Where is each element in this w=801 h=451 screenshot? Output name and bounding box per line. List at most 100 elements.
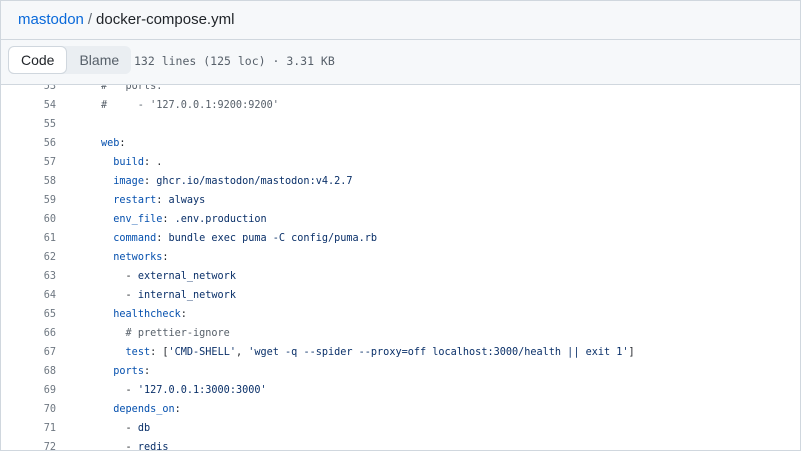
breadcrumb: mastodon / docker-compose.yml xyxy=(18,11,234,28)
line-text: - external_network xyxy=(56,267,236,286)
line-number[interactable]: 56 xyxy=(1,134,56,153)
code-token: - xyxy=(101,442,138,451)
code-token: web xyxy=(101,138,120,149)
code-line: 72 - redis xyxy=(1,438,635,451)
code-token: : xyxy=(119,138,126,149)
line-number[interactable]: 69 xyxy=(1,381,56,400)
line-text: restart: always xyxy=(56,191,205,210)
line-text: healthcheck: xyxy=(56,305,187,324)
code-token: .env.production xyxy=(174,214,267,225)
code-token: : [ xyxy=(150,347,169,358)
code-token: 'CMD-SHELL' xyxy=(168,347,236,358)
code-token: external_network xyxy=(137,271,236,282)
breadcrumb-separator: / xyxy=(87,11,93,28)
code-line: 67 test: ['CMD-SHELL', 'wget -q --spider… xyxy=(1,343,635,362)
code-token: - xyxy=(101,271,138,282)
code-token: 'wget -q --spider --proxy=off localhost:… xyxy=(248,347,629,358)
code-token: : . xyxy=(143,157,163,168)
code-line: 57 build: . xyxy=(1,153,635,172)
line-number[interactable]: 60 xyxy=(1,210,56,229)
code-token: : xyxy=(162,252,169,263)
line-text: - '127.0.0.1:3000:3000' xyxy=(56,381,267,400)
code-line: 62 networks: xyxy=(1,248,635,267)
code-token: # ports: xyxy=(101,85,163,92)
line-number[interactable]: 57 xyxy=(1,153,56,172)
line-number[interactable]: 68 xyxy=(1,362,56,381)
code-token: : xyxy=(143,176,157,187)
line-text: env_file: .env.production xyxy=(56,210,267,229)
line-text: # prettier-ignore xyxy=(56,324,230,343)
line-text: test: ['CMD-SHELL', 'wget -q --spider --… xyxy=(56,343,635,362)
blame-button[interactable]: Blame xyxy=(67,46,131,74)
code-token: image xyxy=(113,176,144,187)
line-text: - db xyxy=(56,419,151,438)
file-viewer: mastodon / docker-compose.yml Code Blame 1… xyxy=(0,0,801,451)
code-token: db xyxy=(137,423,151,434)
code-token: build xyxy=(113,157,144,168)
code-line: 56 web: xyxy=(1,134,635,153)
code-token: # prettier-ignore xyxy=(125,328,230,339)
code-token: bundle exec puma -C config/puma.rb xyxy=(168,233,378,244)
line-number[interactable]: 65 xyxy=(1,305,56,324)
code-line: 61 command: bundle exec puma -C config/p… xyxy=(1,229,635,248)
file-name: docker-compose.yml xyxy=(96,11,235,28)
code-token: depends_on xyxy=(113,404,175,415)
code-token: env_file xyxy=(113,214,163,225)
line-number[interactable]: 71 xyxy=(1,419,56,438)
line-number[interactable]: 72 xyxy=(1,438,56,450)
code-token: '127.0.0.1:3000:3000' xyxy=(137,385,267,396)
code-line: 60 env_file: .env.production xyxy=(1,210,635,229)
code-token: : xyxy=(180,309,187,320)
line-number[interactable]: 66 xyxy=(1,324,56,343)
line-text: command: bundle exec puma -C config/puma… xyxy=(56,229,377,248)
line-number[interactable]: 63 xyxy=(1,267,56,286)
line-number[interactable]: 61 xyxy=(1,229,56,248)
line-number[interactable]: 70 xyxy=(1,400,56,419)
code-token: - xyxy=(101,385,138,396)
line-number[interactable]: 59 xyxy=(1,191,56,210)
code-token: ports xyxy=(113,366,144,377)
code-line: 55 xyxy=(1,115,635,134)
line-number[interactable]: 64 xyxy=(1,286,56,305)
code-token: restart xyxy=(113,195,157,206)
line-number[interactable]: 62 xyxy=(1,248,56,267)
code-token: : xyxy=(143,366,151,377)
code-view[interactable]: 53 # ports: 54 # - '127.0.0.1:9200:9200' 55 5… xyxy=(1,85,800,451)
line-text: # ports: xyxy=(56,85,162,96)
code-token: internal_network xyxy=(137,290,236,301)
line-number[interactable]: 55 xyxy=(1,115,56,134)
line-text xyxy=(56,115,101,134)
line-text: image: ghcr.io/mastodon/mastodon:v4.2.7 xyxy=(56,172,352,191)
line-number[interactable]: 58 xyxy=(1,172,56,191)
file-meta: 132 lines (125 loc) · 3.31 KB xyxy=(134,54,335,68)
code-line: 59 restart: always xyxy=(1,191,635,210)
line-text: # - '127.0.0.1:9200:9200' xyxy=(56,96,279,115)
code-line: 66 # prettier-ignore xyxy=(1,324,635,343)
line-number[interactable]: 67 xyxy=(1,343,56,362)
code-token: : xyxy=(156,233,169,244)
line-number[interactable]: 53 xyxy=(1,85,56,96)
code-line: 68 ports: xyxy=(1,362,635,381)
code-line: 71 - db xyxy=(1,419,635,438)
line-number[interactable]: 54 xyxy=(1,96,56,115)
code-line: 69 - '127.0.0.1:3000:3000' xyxy=(1,381,635,400)
code-token: always xyxy=(168,195,206,206)
code-line: 53 # ports: xyxy=(1,85,635,96)
repo-link[interactable]: mastodon xyxy=(18,11,84,28)
code-token: command xyxy=(113,233,157,244)
line-text: - internal_network xyxy=(56,286,236,305)
view-toggle: Code Blame xyxy=(8,46,132,74)
code-line: 63 - external_network xyxy=(1,267,635,286)
line-text: build: . xyxy=(56,153,162,172)
code-button[interactable]: Code xyxy=(8,46,68,74)
